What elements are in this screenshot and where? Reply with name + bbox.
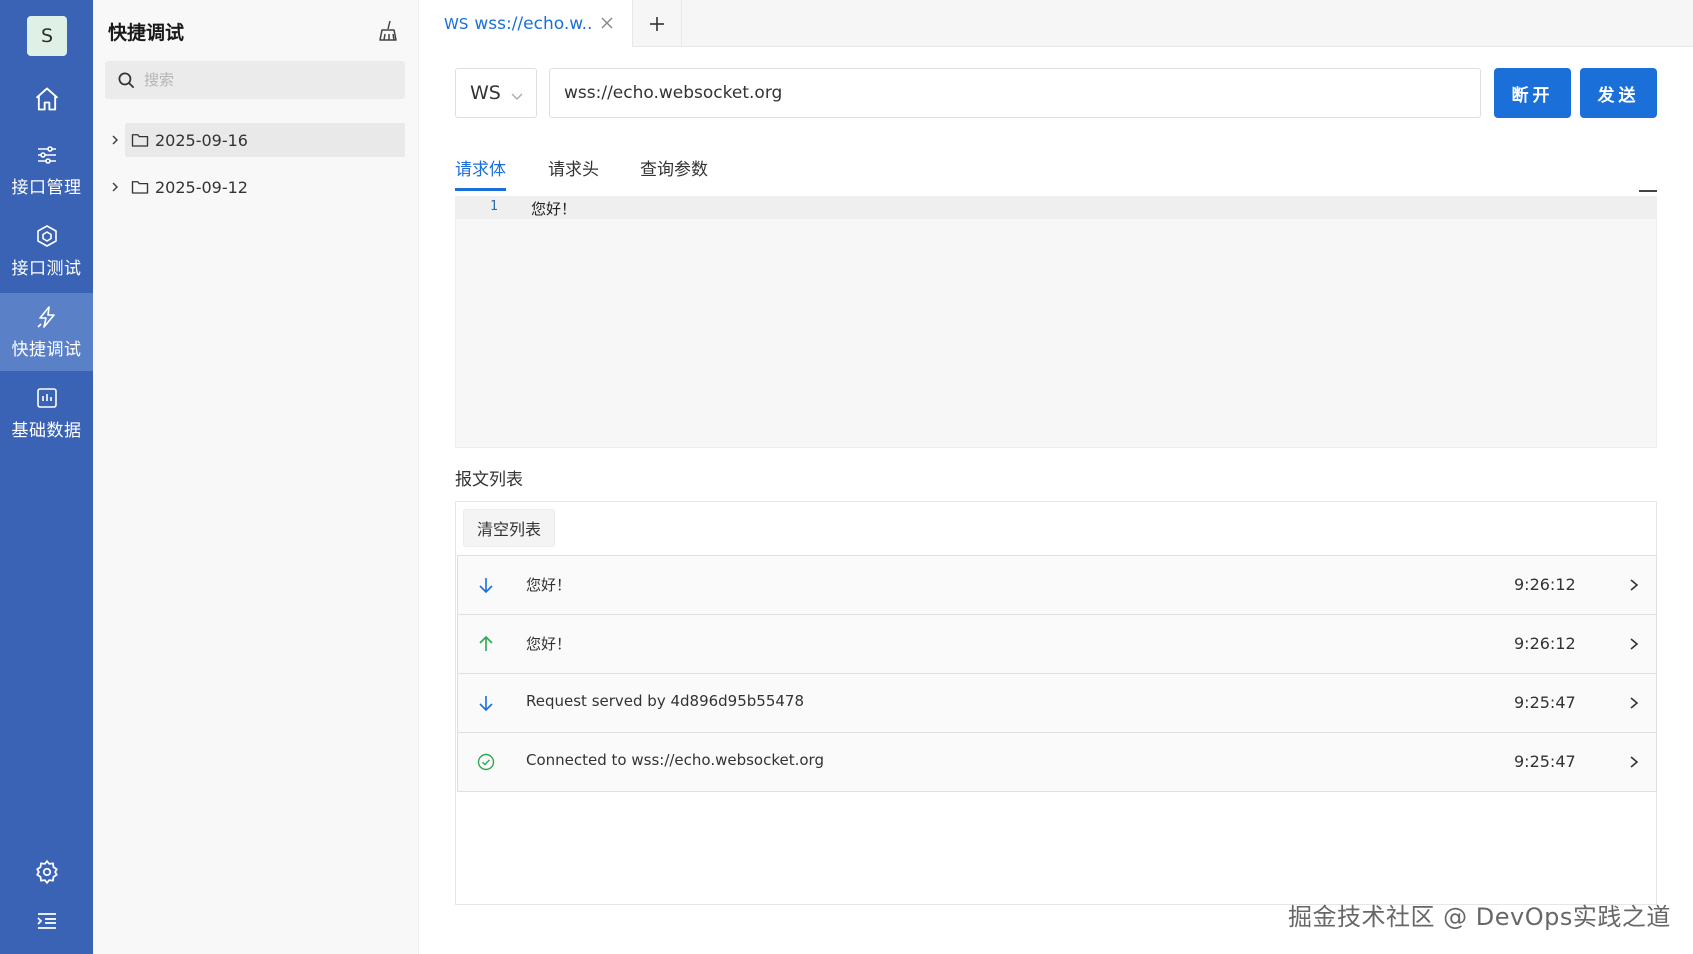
chevron-right-icon[interactable] [1624,575,1644,595]
plus-icon [650,16,664,31]
chevron-right-icon[interactable] [1624,693,1644,713]
nav-item-label: 接口测试 [11,258,82,279]
close-tab-button[interactable] [597,12,617,34]
folder-icon [131,134,149,147]
avatar[interactable]: S [27,16,67,56]
nav-item-base-data[interactable]: 基础数据 [0,374,93,452]
message-time: 9:26:12 [1514,575,1576,594]
tree-node[interactable]: 2025-09-12 [125,170,405,204]
editor-active-line [456,197,1656,219]
search-icon [118,72,135,88]
nav-item-api-testing[interactable]: 接口测试 [0,212,93,290]
panel-title: 快捷调试 [108,22,185,44]
broom-icon [379,20,397,41]
send-button[interactable]: 发送 [1580,68,1657,118]
tree-folder[interactable]: 2025-09-16 [105,123,405,157]
disconnect-button[interactable]: 断开 [1494,68,1571,118]
chevron-right-icon[interactable] [1624,752,1644,772]
tab-title: wss://echo.w... [474,13,593,34]
watermark-text: 掘金技术社区 @ DevOps实践之道 [1288,903,1671,931]
message-row[interactable]: Connected to wss://echo.websocket.org 9:… [457,733,1657,792]
message-list-title: 报文列表 [455,470,523,490]
chevron-right-icon[interactable] [105,181,125,193]
add-tab-button[interactable] [633,0,682,47]
search-input[interactable] [144,71,384,89]
editor-content[interactable]: 您好！ [531,198,576,219]
message-list: 您好！ 9:26:12 您好！ 9:26:12 Request served b… [457,555,1657,792]
tab-strip: WS wss://echo.w... [419,0,1693,47]
chevron-down-icon [510,85,524,107]
message-row[interactable]: Request served by 4d896d95b55478 9:25:47 [457,674,1657,733]
tab-protocol-badge: WS [444,14,469,33]
cube-icon [36,224,57,247]
home-icon [35,87,58,111]
message-text: 您好！ [526,635,572,653]
close-icon [601,17,613,29]
line-number: 1 [490,199,498,214]
flash-icon [36,305,55,328]
message-time: 9:25:47 [1514,693,1576,712]
chevron-right-icon[interactable] [1624,634,1644,654]
search-box[interactable] [105,61,405,99]
folder-label: 2025-09-12 [155,177,248,197]
protocol-value: WS [470,82,501,104]
protocol-select[interactable]: WS [455,68,537,118]
tab-request-body[interactable]: 请求体 [455,155,506,191]
tree-folder[interactable]: 2025-09-12 [105,170,405,204]
check-circle-icon [476,752,496,772]
message-text: Request served by 4d896d95b55478 [526,692,805,710]
clear-list-button[interactable]: 清空列表 [463,509,555,547]
body-editor[interactable]: 1 您好！ [455,190,1657,448]
nav-item-label: 基础数据 [11,420,82,441]
message-text: Connected to wss://echo.websocket.org [526,751,824,769]
gear-icon [35,859,58,885]
clean-button[interactable] [373,16,403,46]
folder-icon [131,181,149,194]
message-text: 您好！ [526,576,572,594]
message-row[interactable]: 您好！ 9:26:12 [457,615,1657,674]
tab-websocket[interactable]: WS wss://echo.w... [419,0,633,47]
nav-item-quick-debug[interactable]: 快捷调试 [0,293,93,371]
settings-button[interactable] [0,856,93,888]
url-input[interactable] [549,68,1481,118]
minimize-icon[interactable] [1639,190,1657,192]
message-panel: 清空列表 您好！ 9:26:12 您好！ 9:26:12 Request ser… [455,501,1657,905]
arrow-down-icon [476,575,496,595]
arrow-down-icon [476,693,496,713]
tab-query-params[interactable]: 查询参数 [640,155,708,191]
menu-indent-icon [36,913,56,929]
sliders-icon [37,145,56,164]
nav-item-label: 接口管理 [11,177,82,198]
collection-panel: 快捷调试 2025-09-16 2025-09-12 [93,0,419,954]
nav-item-api-management[interactable]: 接口管理 [0,131,93,209]
collapse-menu-button[interactable] [0,905,93,937]
arrow-up-icon [476,634,496,654]
message-time: 9:25:47 [1514,752,1576,771]
message-row[interactable]: 您好！ 9:26:12 [457,556,1657,615]
chevron-right-icon[interactable] [105,134,125,146]
tree-node[interactable]: 2025-09-16 [125,123,405,157]
tab-request-headers[interactable]: 请求头 [548,155,599,191]
message-time: 9:26:12 [1514,634,1576,653]
nav-rail: S 接口管理 接口测试 快捷调试 基础数据 [0,0,93,954]
chart-box-icon [36,387,57,408]
nav-item-label: 快捷调试 [11,339,82,360]
folder-label: 2025-09-16 [155,130,248,150]
home-button[interactable] [0,80,93,118]
